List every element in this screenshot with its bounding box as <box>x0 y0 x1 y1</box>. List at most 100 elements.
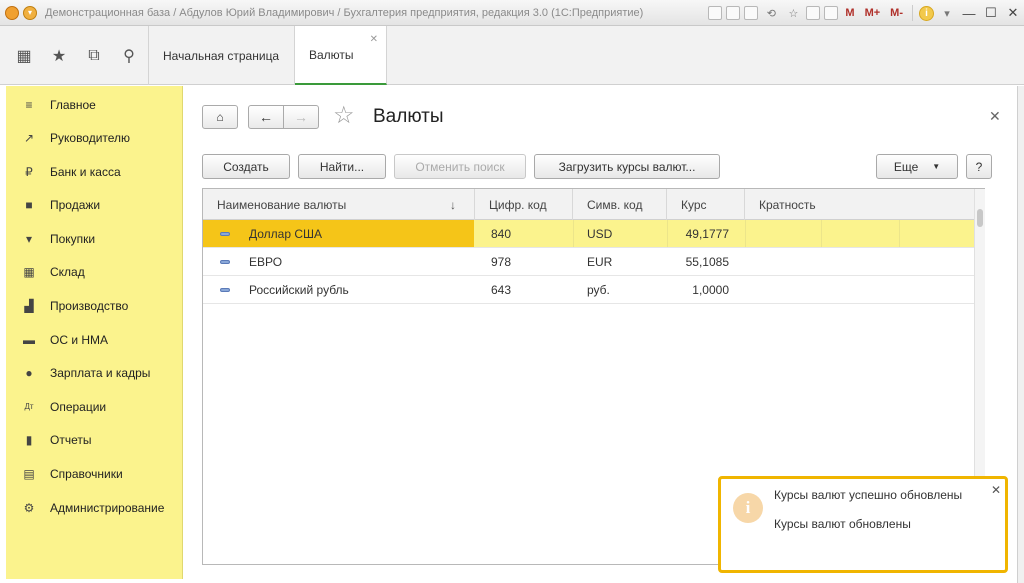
sidebar-item-administration[interactable]: ⚙ Администрирование <box>6 491 183 524</box>
notification-title[interactable]: Курсы валют успешно обновлены <box>774 488 962 502</box>
back-button[interactable]: ← <box>248 105 284 129</box>
cell-multiplicity[interactable] <box>759 248 959 275</box>
email-icon[interactable] <box>744 6 759 20</box>
memory-m-button[interactable]: M <box>842 4 857 22</box>
sidebar-item-reports[interactable]: ▮ Отчеты <box>6 423 183 456</box>
calculator-icon[interactable] <box>824 6 839 20</box>
save-icon[interactable] <box>726 6 741 20</box>
calendar-icon[interactable] <box>806 6 821 20</box>
column-header-digital-code[interactable]: Цифр. код <box>475 189 573 220</box>
close-icon[interactable]: ✕ <box>370 34 378 45</box>
home-icon: ⌂ <box>216 110 224 124</box>
close-icon[interactable]: ✕ <box>991 483 1001 497</box>
sidebar-item-catalogs[interactable]: ▤ Справочники <box>6 457 183 490</box>
history-panel-icon[interactable]: ⧉ <box>76 26 112 85</box>
sidebar-item-sales[interactable]: ■ Продажи <box>6 188 183 221</box>
find-button[interactable]: Найти... <box>298 154 386 179</box>
cell-multiplicity[interactable] <box>759 220 959 247</box>
more-button[interactable]: Еще ▼ <box>876 154 958 179</box>
sidebar-item-operations[interactable]: Дт Операции <box>6 390 183 423</box>
cell-name[interactable]: Российский рубль <box>203 276 474 303</box>
minimize-button[interactable]: — <box>958 2 980 24</box>
sidebar-item-label: Склад <box>50 264 85 279</box>
cell-divider <box>899 220 900 247</box>
print-icon[interactable] <box>708 6 723 20</box>
currency-item-icon <box>220 288 230 292</box>
debit-credit-icon: Дт <box>24 402 34 411</box>
help-button[interactable]: ? <box>966 154 992 179</box>
info-icon[interactable]: i <box>919 5 934 21</box>
scrollbar-thumb[interactable] <box>977 209 983 227</box>
cell-name[interactable]: Доллар США <box>203 220 474 247</box>
favorites-icon[interactable]: ☆ <box>784 4 802 22</box>
forward-button[interactable]: → <box>283 105 319 129</box>
sidebar-item-production[interactable]: ▟ Производство <box>6 289 183 322</box>
cell-rate[interactable]: 1,0000 <box>667 276 729 303</box>
cell-digital-code[interactable]: 643 <box>491 276 571 303</box>
cell-digital-code[interactable]: 840 <box>491 220 571 247</box>
column-header-multiplicity[interactable]: Кратность <box>745 189 974 220</box>
history-icon[interactable]: ⟲ <box>762 4 780 22</box>
cell-symbol-code[interactable]: USD <box>587 220 667 247</box>
cell-name[interactable]: ЕВРО <box>203 248 474 275</box>
column-header-name[interactable]: Наименование валюты ↓ <box>203 189 475 220</box>
sidebar-item-label: Справочники <box>50 466 123 481</box>
main-menu-icon[interactable]: ▾ <box>23 5 37 20</box>
bar-chart-icon: ▮ <box>25 432 33 447</box>
table-row[interactable]: Доллар США 840 USD 49,1777 <box>203 220 974 248</box>
search-icon[interactable]: ⚲ <box>111 26 147 85</box>
maximize-button[interactable]: ☐ <box>980 2 1002 24</box>
factory-icon: ▟ <box>24 298 34 313</box>
sort-down-icon: ↓ <box>450 197 456 212</box>
sidebar-item-manager[interactable]: ↗ Руководителю <box>6 121 183 154</box>
sidebar-item-label: Отчеты <box>50 432 92 447</box>
sidebar-item-warehouse[interactable]: ▦ Склад <box>6 255 183 288</box>
memory-plus-button[interactable]: M+ <box>862 4 884 22</box>
favorites-star-icon[interactable]: ★ <box>41 26 77 85</box>
cell-digital-code[interactable]: 978 <box>491 248 571 275</box>
create-button[interactable]: Создать <box>202 154 290 179</box>
sidebar-item-label: Главное <box>50 97 96 112</box>
currency-item-icon <box>220 260 230 264</box>
sidebar-item-assets[interactable]: ▬ ОС и НМА <box>6 323 183 356</box>
column-header-symbol-code[interactable]: Симв. код <box>573 189 667 220</box>
trend-icon: ↗ <box>23 130 35 145</box>
memory-minus-button[interactable]: M- <box>887 4 906 22</box>
sidebar-item-salary[interactable]: ● Зарплата и кадры <box>6 356 183 389</box>
load-rates-button[interactable]: Загрузить курсы валют... <box>534 154 720 179</box>
sidebar-item-main[interactable]: ≡ Главное <box>6 88 183 121</box>
table-row[interactable]: Российский рубль 643 руб. 1,0000 <box>203 276 974 304</box>
sidebar-item-bank[interactable]: ₽ Банк и касса <box>6 155 183 188</box>
cell-text: ЕВРО <box>249 254 283 269</box>
column-header-rate[interactable]: Курс <box>667 189 745 220</box>
window-title: Демонстрационная база / Абдулов Юрий Вла… <box>45 6 644 19</box>
window-titlebar: ▾ Демонстрационная база / Абдулов Юрий В… <box>0 0 1024 26</box>
cell-symbol-code[interactable]: руб. <box>587 276 667 303</box>
cell-symbol-code[interactable]: EUR <box>587 248 667 275</box>
close-button[interactable]: ✕ <box>1002 2 1024 24</box>
cancel-search-button[interactable]: Отменить поиск <box>394 154 526 179</box>
table-row[interactable]: ЕВРО 978 EUR 55,1085 <box>203 248 974 276</box>
form-close-icon[interactable]: ✕ <box>989 108 1001 125</box>
chevron-down-icon[interactable]: ▾ <box>938 4 956 22</box>
cell-divider <box>821 220 822 247</box>
home-button[interactable]: ⌂ <box>202 105 238 129</box>
notification-text: Курсы валют обновлены <box>774 517 911 531</box>
tab-currencies[interactable]: Валюты ✕ <box>295 26 387 85</box>
tab-home-page[interactable]: Начальная страница <box>149 26 295 85</box>
top-panel: ▦ ★ ⧉ ⚲ Начальная страница Валюты ✕ <box>0 26 1024 85</box>
toolbar-separator <box>912 5 913 21</box>
page-title: Валюты <box>373 106 444 127</box>
sidebar-item-label: Руководителю <box>50 130 131 145</box>
bag-icon: ■ <box>25 197 33 212</box>
sidebar-item-label: Зарплата и кадры <box>50 365 151 380</box>
add-favorite-star-icon[interactable]: ☆ <box>333 103 355 129</box>
sections-menu-icon[interactable]: ▦ <box>6 26 42 85</box>
cell-rate[interactable]: 49,1777 <box>667 220 729 247</box>
cell-rate[interactable]: 55,1085 <box>667 248 729 275</box>
sidebar-item-purchases[interactable]: ▾ Покупки <box>6 222 183 255</box>
cell-divider <box>573 220 574 247</box>
sidebar-item-label: Банк и касса <box>50 164 121 179</box>
cell-multiplicity[interactable] <box>759 276 959 303</box>
warehouse-icon: ▦ <box>23 264 35 279</box>
